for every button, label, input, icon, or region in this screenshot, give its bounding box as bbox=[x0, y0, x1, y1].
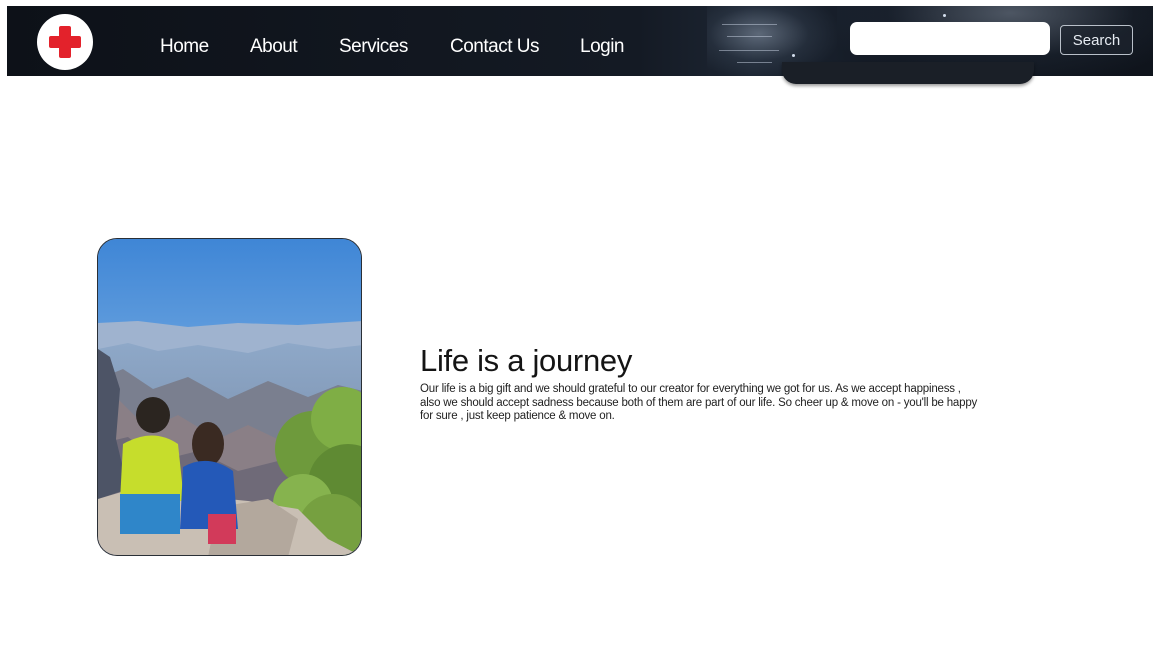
navbar-decoration bbox=[737, 62, 772, 63]
page: Home About Services Contact Us Login Sea… bbox=[0, 0, 1156, 655]
nav-link-home[interactable]: Home bbox=[160, 36, 209, 58]
navbar-decoration bbox=[792, 54, 795, 57]
nav-link-services[interactable]: Services bbox=[339, 36, 408, 58]
logo[interactable] bbox=[37, 14, 93, 70]
search-button[interactable]: Search bbox=[1060, 25, 1133, 55]
navbar-decoration bbox=[943, 14, 946, 17]
navbar-decoration bbox=[782, 62, 1034, 84]
search-input[interactable] bbox=[850, 22, 1050, 55]
red-cross-icon bbox=[49, 36, 81, 48]
navbar-decoration bbox=[727, 36, 772, 37]
nav-link-login[interactable]: Login bbox=[580, 36, 625, 58]
hero-title: Life is a journey bbox=[420, 343, 633, 378]
nav-link-contact-us[interactable]: Contact Us bbox=[450, 36, 539, 58]
nav-link-about[interactable]: About bbox=[250, 36, 298, 58]
landscape-photo bbox=[98, 239, 361, 555]
navbar-decoration bbox=[719, 50, 779, 51]
navbar-decoration bbox=[722, 24, 777, 25]
hero-text: Our life is a big gift and we should gra… bbox=[420, 383, 978, 422]
hero-image bbox=[97, 238, 362, 556]
